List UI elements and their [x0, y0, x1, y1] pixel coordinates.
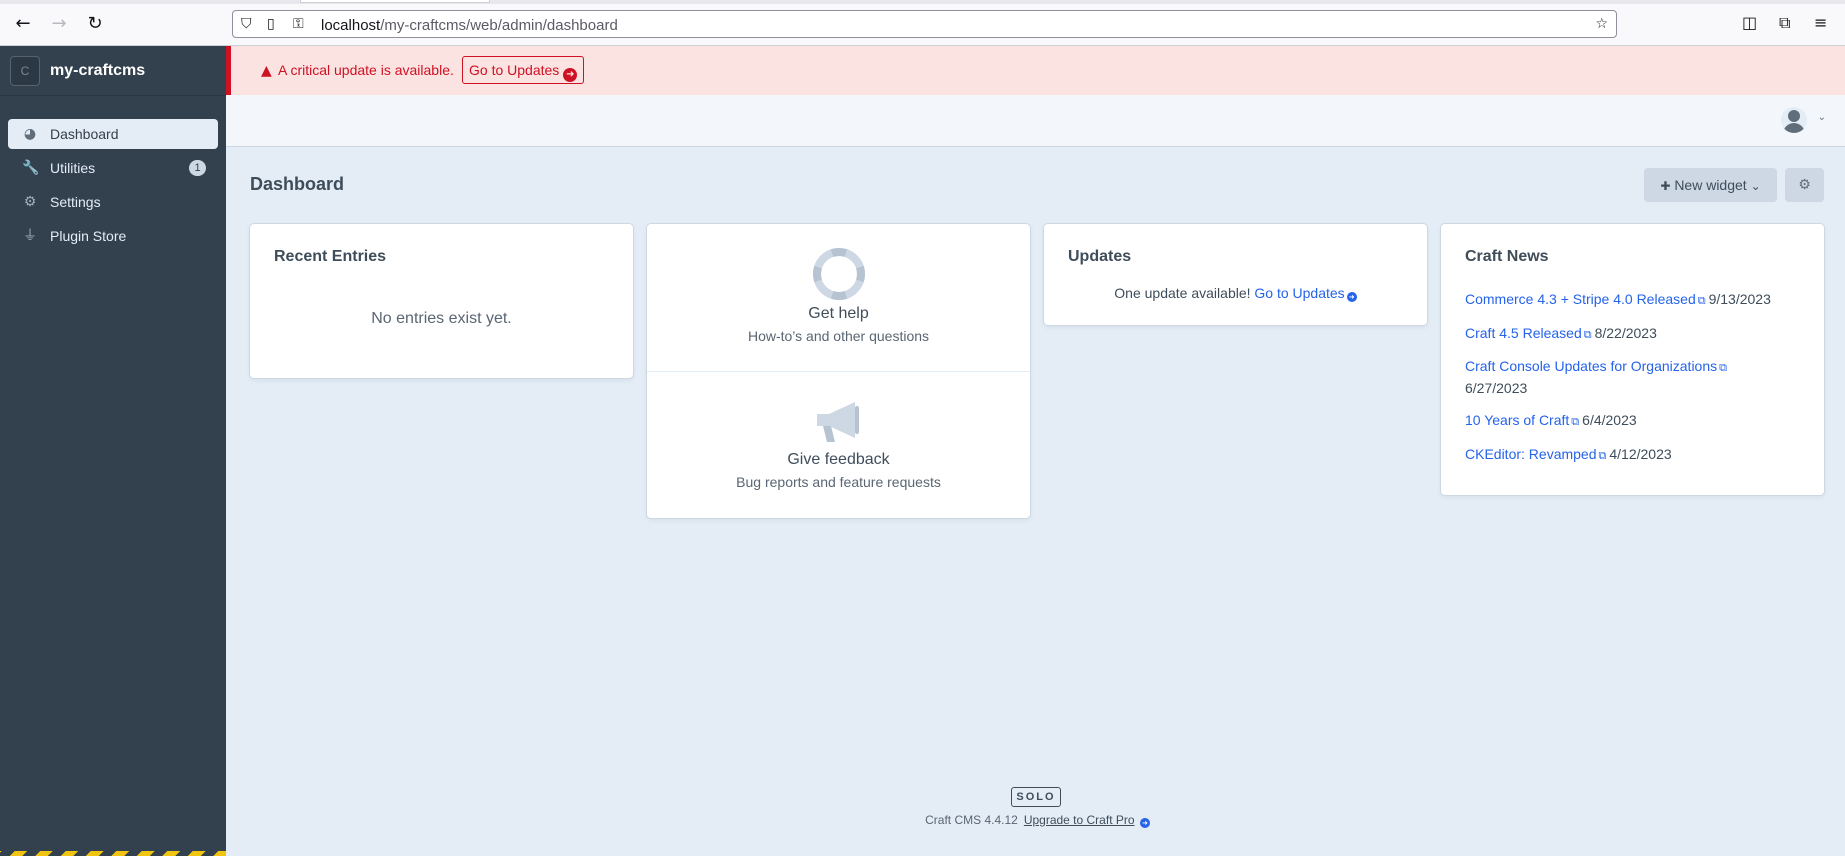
get-help-title: Get help [808, 305, 869, 322]
upgrade-link[interactable]: Upgrade to Craft Pro [1024, 813, 1135, 827]
user-avatar[interactable] [1781, 107, 1807, 133]
pocket-icon[interactable]: ◫ [1742, 13, 1757, 32]
sidebar-item-dashboard[interactable]: ◕ Dashboard [8, 119, 218, 149]
widget-title: Updates [1068, 248, 1132, 265]
get-help-subtitle: How-to’s and other questions [747, 328, 930, 344]
critical-update-alert: ▲ A critical update is available. Go to … [226, 46, 1845, 95]
forward-icon[interactable]: → [49, 14, 69, 34]
news-date: 8/22/2023 [1594, 325, 1657, 341]
sidebar-item-label: Utilities [50, 160, 96, 176]
external-link-icon: ⧉ [1571, 415, 1580, 428]
news-date: 9/13/2023 [1708, 291, 1771, 307]
arrow-circle-icon: ➜ [1346, 292, 1357, 302]
alert-message: A critical update is available. [278, 62, 454, 78]
browser-toolbar: ← → ↻ ⛉ ▯ ⚿ localhost/my-craftcms/web/ad… [0, 0, 1845, 46]
news-link[interactable]: Craft Console Updates for Organizations [1465, 358, 1717, 374]
updates-line: One update available! Go to Updates ➜ [1044, 285, 1427, 302]
sidebar-item-label: Settings [50, 194, 101, 210]
url-path: /my-craftcms/web/admin/dashboard [380, 17, 618, 34]
dashboard-icon: ◕ [23, 126, 37, 142]
widget-title: Recent Entries [274, 248, 387, 265]
gear-icon: ⚙ [23, 194, 37, 210]
utilities-badge: 1 [189, 160, 206, 176]
arrow-circle-icon: ➜ [563, 68, 578, 82]
news-date: 6/27/2023 [1465, 380, 1528, 396]
news-link[interactable]: CKEditor: Revamped [1465, 446, 1597, 462]
news-link[interactable]: Craft 4.5 Released [1465, 325, 1582, 341]
arrow-circle-icon: ➜ [1139, 818, 1150, 828]
url-text[interactable]: localhost/my-craftcms/web/admin/dashboar… [321, 17, 618, 34]
sidebar-item-utilities[interactable]: 🔧 Utilities 1 [8, 153, 218, 183]
give-feedback-subtitle: Bug reports and feature requests [736, 474, 941, 490]
external-link-icon: ⧉ [1719, 361, 1727, 374]
sidebar-item-plugin-store[interactable]: ⏚ Plugin Store [8, 221, 218, 251]
reload-icon[interactable]: ↻ [85, 14, 105, 34]
divider [647, 371, 1030, 372]
new-widget-button[interactable]: ✚ New widget ⌄ [1644, 168, 1777, 202]
sidebar-item-settings[interactable]: ⚙ Settings [8, 187, 218, 217]
plug-icon: ⏚ [23, 228, 37, 244]
external-link-icon: ⧉ [1697, 294, 1706, 307]
new-widget-label: New widget [1674, 177, 1747, 193]
sidebar-item-label: Plugin Store [50, 228, 127, 244]
give-feedback-section[interactable]: Give feedback Bug reports and feature re… [647, 396, 1030, 490]
news-item: Commerce 4.3 + Stripe 4.0 Released ⧉ 9/13/… [1465, 289, 1805, 311]
extensions-icon[interactable]: ⧉ [1779, 13, 1790, 33]
sidebar-item-label: Dashboard [50, 126, 119, 142]
menu-icon[interactable]: ≡ [1814, 13, 1827, 32]
feedback-widget: Get help How-to’s and other questions Gi… [647, 224, 1030, 518]
go-to-updates-link-label: Go to Updates [1254, 285, 1345, 301]
news-item: 10 Years of Craft ⧉ 6/4/2023 [1465, 410, 1805, 432]
news-item: CKEditor: Revamped ⧉ 4/12/2023 [1465, 444, 1805, 466]
site-icon: C [10, 56, 40, 86]
tab-strip [0, 0, 1845, 4]
news-date: 6/4/2023 [1582, 412, 1637, 428]
go-to-updates-button[interactable]: Go to Updates ➜ [462, 56, 585, 84]
page-header: ⌄ [226, 95, 1845, 147]
go-to-updates-label: Go to Updates [469, 62, 560, 78]
version-text: Craft CMS 4.4.12 [925, 813, 1018, 827]
page-title: Dashboard [250, 174, 345, 194]
chevron-down-icon: ⌄ [1750, 179, 1761, 193]
plus-icon: ✚ [1660, 179, 1671, 193]
news-item: Craft Console Updates for Organizations ⧉… [1465, 356, 1755, 398]
updates-text: One update available! [1114, 285, 1251, 301]
edition-badge: SOLO [1011, 787, 1061, 807]
key-icon[interactable]: ⚿ [293, 16, 304, 32]
url-host: localhost [321, 17, 381, 34]
craft-news-widget: Craft News Commerce 4.3 + Stripe 4.0 Rel… [1441, 224, 1824, 495]
site-header[interactable]: C my-craftcms [0, 46, 226, 96]
footer: Craft CMS 4.4.12 Upgrade to Craft Pro ➜ [0, 813, 1845, 828]
address-bar[interactable]: ⛉ ▯ ⚿ localhost/my-craftcms/web/admin/da… [232, 10, 1617, 38]
give-feedback-title: Give feedback [787, 451, 890, 468]
external-link-icon: ⧉ [1598, 449, 1607, 462]
gear-icon: ⚙ [1798, 177, 1811, 193]
shield-icon[interactable]: ⛉ [241, 16, 252, 32]
dashboard-settings-button[interactable]: ⚙ [1785, 168, 1824, 202]
news-link[interactable]: Commerce 4.3 + Stripe 4.0 Released [1465, 291, 1696, 307]
site-name[interactable]: my-craftcms [50, 62, 145, 80]
updates-widget: Updates One update available! Go to Upda… [1044, 224, 1427, 325]
news-item: Craft 4.5 Released ⧉ 8/22/2023 [1465, 323, 1805, 345]
page-icon[interactable]: ▯ [267, 16, 275, 32]
sidebar: C my-craftcms ◕ Dashboard 🔧 Utilities 1 … [0, 46, 226, 856]
external-link-icon: ⧉ [1583, 328, 1592, 341]
active-tab[interactable] [300, 0, 490, 3]
warning-icon: ▲ [261, 63, 272, 79]
recent-entries-widget: Recent Entries No entries exist yet. [250, 224, 633, 378]
get-help-section[interactable]: Get help How-to’s and other questions [647, 248, 1030, 344]
bookmark-star-icon[interactable]: ☆ [1595, 16, 1608, 32]
megaphone-icon [816, 402, 859, 442]
dev-mode-stripes [0, 851, 226, 856]
back-icon[interactable]: ← [13, 14, 33, 34]
lifebuoy-icon [812, 248, 865, 300]
wrench-icon: 🔧 [22, 160, 40, 176]
empty-message: No entries exist yet. [371, 310, 512, 327]
news-date: 4/12/2023 [1609, 446, 1672, 462]
widget-title: Craft News [1465, 248, 1549, 265]
news-link[interactable]: 10 Years of Craft [1465, 412, 1569, 428]
chevron-down-icon[interactable]: ⌄ [1818, 112, 1826, 123]
go-to-updates-link[interactable]: Go to Updates ➜ [1254, 285, 1357, 302]
